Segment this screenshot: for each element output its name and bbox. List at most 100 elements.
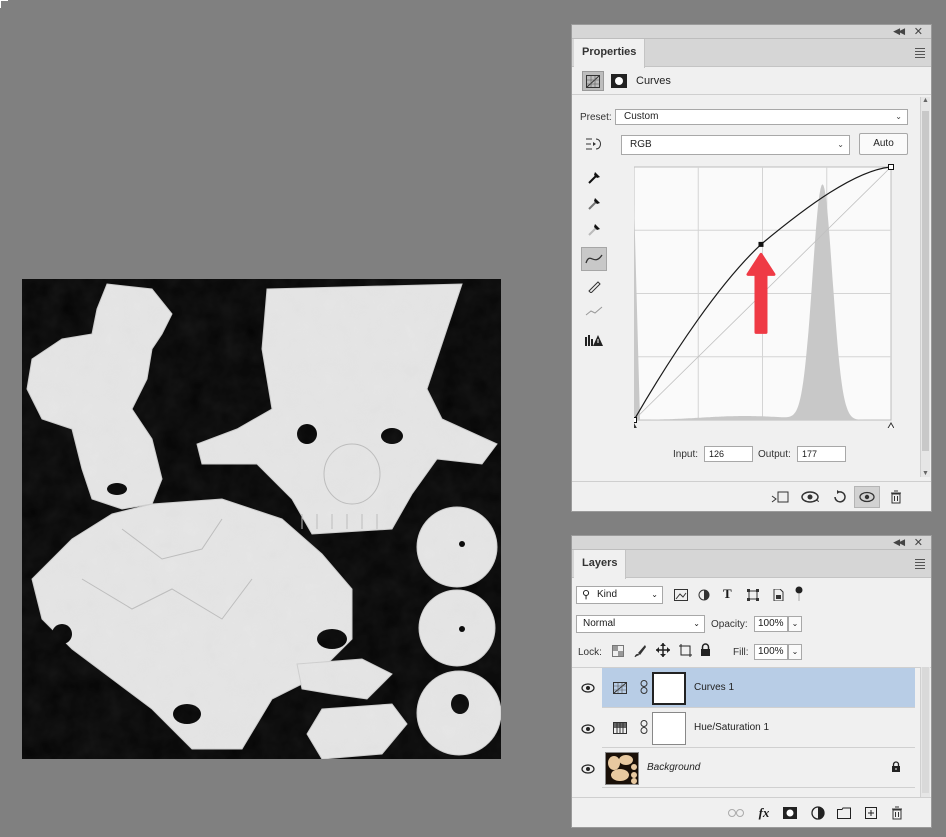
- pixel-filter-icon[interactable]: [674, 589, 688, 604]
- filter-kind-select[interactable]: ⚲ Kind ⌄: [576, 586, 663, 604]
- layer-row-hue-saturation[interactable]: Hue/Saturation 1: [602, 708, 915, 748]
- lock-transparent-icon[interactable]: [612, 645, 624, 660]
- layers-panel: ◀◀ ✕ Layers ⚲ Kind ⌄ T Normal ⌄ Opacity:…: [571, 535, 932, 828]
- lock-artboard-icon[interactable]: [679, 644, 692, 660]
- curve-point-black: [631, 417, 637, 423]
- adjustment-title: Curves: [636, 75, 671, 87]
- preset-value: Custom: [624, 111, 659, 122]
- new-group-icon[interactable]: [835, 804, 853, 822]
- eye-icon[interactable]: [581, 683, 595, 696]
- tab-layers[interactable]: Layers: [574, 550, 627, 579]
- smart-object-filter-icon[interactable]: [772, 588, 784, 604]
- link-layers-icon[interactable]: [727, 804, 745, 822]
- collapse-icon[interactable]: ◀◀: [893, 26, 905, 37]
- close-icon[interactable]: ✕: [914, 25, 923, 38]
- layer-name[interactable]: Hue/Saturation 1: [694, 722, 769, 733]
- search-icon: ⚲: [582, 589, 591, 601]
- shape-filter-icon[interactable]: [747, 589, 759, 604]
- layer-row-curves[interactable]: Curves 1: [602, 668, 915, 708]
- curves-graph[interactable]: [630, 163, 896, 431]
- new-layer-icon[interactable]: [862, 804, 880, 822]
- properties-tabbar: Properties: [572, 39, 931, 68]
- properties-scrollbar[interactable]: ▲ ▼: [920, 97, 930, 477]
- close-icon[interactable]: ✕: [914, 536, 923, 549]
- lock-all-icon[interactable]: [700, 643, 711, 659]
- eye-icon[interactable]: [581, 764, 595, 777]
- gray-point-eyedropper-icon[interactable]: [581, 191, 607, 215]
- clipping-warning-icon[interactable]: [581, 328, 607, 352]
- curve-point-selected: [758, 241, 764, 247]
- opacity-field[interactable]: 100%: [754, 616, 788, 632]
- output-label: Output:: [758, 449, 791, 460]
- white-point-eyedropper-icon[interactable]: [581, 217, 607, 241]
- layer-row-background[interactable]: Background: [602, 748, 915, 788]
- view-previous-state-icon[interactable]: [801, 488, 819, 506]
- lock-icon: [891, 761, 901, 776]
- black-point-slider: [630, 423, 638, 430]
- input-label: Input:: [673, 449, 699, 460]
- toggle-visibility-icon[interactable]: [854, 486, 880, 508]
- delete-icon[interactable]: [887, 488, 905, 506]
- adjustment-filter-icon[interactable]: [698, 589, 710, 604]
- panel-menu-icon[interactable]: [915, 48, 925, 60]
- tab-properties[interactable]: Properties: [574, 39, 646, 68]
- collapse-icon[interactable]: ◀◀: [893, 537, 905, 548]
- layer-mask-thumbnail[interactable]: [652, 712, 686, 745]
- type-filter-icon[interactable]: T: [723, 586, 732, 602]
- filter-toggle-icon[interactable]: [795, 586, 803, 605]
- curves-adjustment-icon: [613, 682, 627, 697]
- lock-label: Lock:: [578, 647, 602, 658]
- fill-field[interactable]: 100%: [754, 644, 788, 660]
- lock-position-icon[interactable]: [656, 643, 670, 660]
- layers-scrollbar[interactable]: [920, 667, 930, 797]
- fill-dropdown-icon[interactable]: ⌄: [788, 644, 802, 660]
- delete-layer-icon[interactable]: [888, 804, 906, 822]
- input-field[interactable]: 126: [704, 446, 753, 462]
- output-field[interactable]: 177: [797, 446, 846, 462]
- new-adjustment-layer-icon[interactable]: [809, 804, 827, 822]
- targeted-adjustment-icon[interactable]: [581, 132, 607, 156]
- black-point-eyedropper-icon[interactable]: [581, 165, 607, 189]
- chevron-down-icon: ⌄: [837, 140, 844, 149]
- lock-image-icon[interactable]: [634, 644, 646, 661]
- channel-select[interactable]: RGB ⌄: [621, 135, 850, 155]
- scroll-thumb[interactable]: [922, 111, 929, 451]
- layer-name[interactable]: Background: [647, 762, 700, 773]
- layers-bottom-bar: fx: [572, 797, 931, 827]
- curves-adjustment-icon[interactable]: [582, 71, 604, 91]
- add-mask-icon[interactable]: [781, 804, 799, 822]
- layers-tabbar: Layers: [572, 550, 931, 579]
- pencil-icon[interactable]: [581, 274, 607, 298]
- opacity-label: Opacity:: [711, 619, 748, 630]
- mouse-cursor: [0, 0, 8, 8]
- layer-mask-thumbnail[interactable]: [652, 672, 686, 705]
- panel-menu-icon[interactable]: [915, 559, 925, 571]
- panel-topbar: ◀◀ ✕: [572, 536, 931, 550]
- curve-points-tool-icon[interactable]: [581, 247, 607, 271]
- preset-label: Preset:: [580, 112, 612, 123]
- preset-select[interactable]: Custom ⌄: [615, 109, 908, 125]
- fill-label: Fill:: [733, 647, 749, 658]
- auto-button[interactable]: Auto: [859, 133, 908, 155]
- eye-icon[interactable]: [581, 724, 595, 737]
- link-icon[interactable]: [640, 720, 648, 737]
- properties-header: Curves: [572, 67, 931, 95]
- layer-name[interactable]: Curves 1: [694, 682, 734, 693]
- scroll-up-icon[interactable]: ▲: [922, 97, 929, 104]
- blend-mode-select[interactable]: Normal ⌄: [576, 615, 705, 633]
- scroll-thumb[interactable]: [922, 667, 929, 793]
- opacity-dropdown-icon[interactable]: ⌄: [788, 616, 802, 632]
- hue-saturation-icon: [613, 722, 627, 737]
- properties-bottom-bar: [572, 481, 931, 511]
- reset-icon[interactable]: [830, 488, 848, 506]
- document-canvas[interactable]: [22, 279, 501, 759]
- smooth-curve-icon[interactable]: [581, 299, 607, 323]
- fx-icon[interactable]: fx: [755, 804, 773, 822]
- clip-to-layer-icon[interactable]: [771, 488, 789, 506]
- link-icon[interactable]: [640, 680, 648, 697]
- white-point-slider: [886, 421, 896, 431]
- panel-topbar: ◀◀ ✕: [572, 25, 931, 39]
- scroll-down-icon[interactable]: ▼: [922, 470, 929, 477]
- layer-mask-icon[interactable]: [610, 72, 628, 90]
- background-thumbnail[interactable]: [605, 752, 639, 785]
